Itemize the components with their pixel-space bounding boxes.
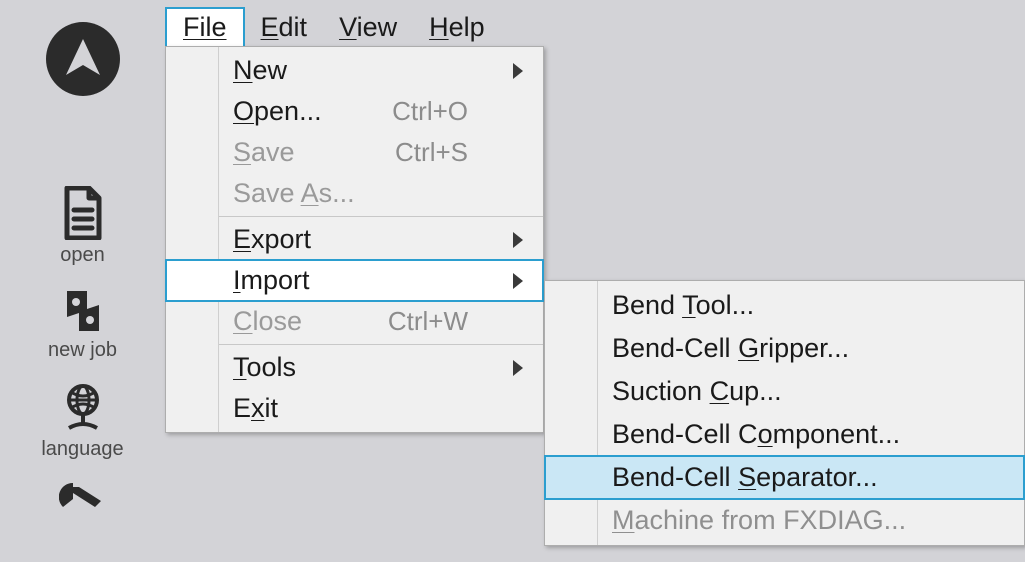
mi-export[interactable]: Export: [219, 219, 543, 260]
arrow-icon: [513, 273, 523, 289]
mi-save: SaveCtrl+S: [219, 132, 543, 173]
app-logo: [46, 22, 120, 96]
arrow-icon: [513, 232, 523, 248]
separator: [219, 344, 543, 345]
sidebar-item-language[interactable]: language: [41, 382, 123, 461]
mi-tools[interactable]: Tools: [219, 347, 543, 388]
north-arrow-icon: [61, 37, 105, 81]
mi-bend-component[interactable]: Bend-Cell Component...: [598, 413, 1024, 456]
import-submenu: Bend Tool... Bend-Cell Gripper... Suctio…: [544, 280, 1025, 546]
separator: [219, 216, 543, 217]
menu-file[interactable]: File: [165, 7, 245, 48]
mi-bend-separator[interactable]: Bend-Cell Separator...: [545, 456, 1024, 499]
mi-suction-cup[interactable]: Suction Cup...: [598, 370, 1024, 413]
sidebar-item-newjob[interactable]: new job: [48, 287, 117, 362]
file-dropdown: New Open...Ctrl+O SaveCtrl+S Save As... …: [165, 46, 544, 433]
sidebar-label-language: language: [41, 438, 123, 461]
mi-exit[interactable]: Exit: [219, 388, 543, 429]
mi-bend-tool[interactable]: Bend Tool...: [598, 284, 1024, 327]
arrow-icon: [513, 63, 523, 79]
menubar: File Edit View Help: [165, 8, 501, 46]
sidebar-label-open: open: [60, 244, 105, 267]
sidebar-item-settings[interactable]: [59, 483, 107, 509]
wrench-icon: [59, 483, 107, 509]
newjob-icon: [59, 287, 107, 335]
menu-edit[interactable]: Edit: [245, 9, 324, 46]
sidebar-item-open[interactable]: open: [59, 186, 107, 267]
mi-saveas: Save As...: [219, 173, 543, 214]
sidebar-label-newjob: new job: [48, 339, 117, 362]
mi-bend-gripper[interactable]: Bend-Cell Gripper...: [598, 327, 1024, 370]
mi-close: CloseCtrl+W: [219, 301, 543, 342]
shortcut: Ctrl+S: [395, 137, 468, 168]
mi-open[interactable]: Open...Ctrl+O: [219, 91, 543, 132]
menu-view[interactable]: View: [323, 9, 413, 46]
globe-icon: [57, 382, 109, 434]
mi-new[interactable]: New: [219, 50, 543, 91]
arrow-icon: [513, 360, 523, 376]
sidebar: open new job language: [0, 0, 165, 562]
shortcut: Ctrl+W: [388, 306, 468, 337]
mi-machine-fxdiag: Machine from FXDIAG...: [598, 499, 1024, 542]
mi-import[interactable]: Import: [166, 260, 543, 301]
menu-help[interactable]: Help: [413, 9, 501, 46]
document-icon: [59, 186, 107, 240]
shortcut: Ctrl+O: [392, 96, 468, 127]
